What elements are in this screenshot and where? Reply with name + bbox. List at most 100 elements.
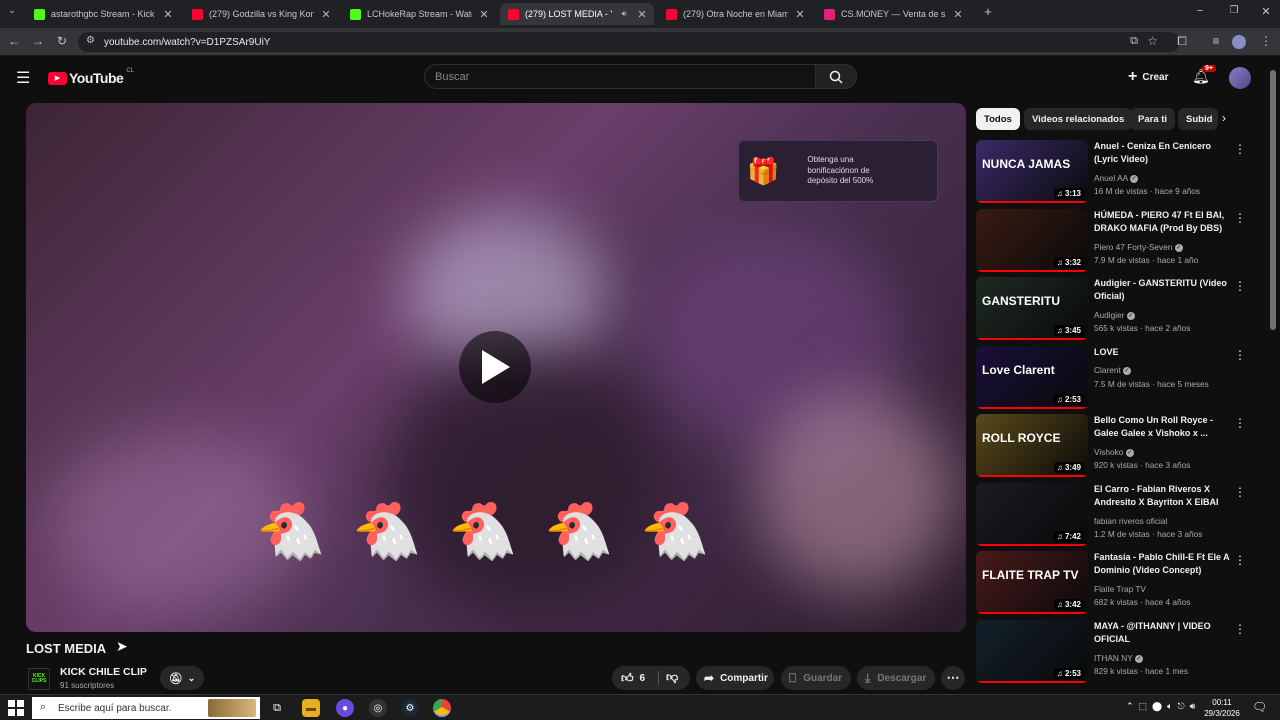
tab-list-chevron-icon[interactable]: ⌄: [4, 5, 20, 16]
recommendation-item[interactable]: ♫ 3:32 HÚMEDA - PIERO 47 Ft El BAI, DRAK…: [976, 209, 1266, 275]
video-player[interactable]: 🎁 Obtenga una bonificaciónon de depósito…: [26, 103, 966, 632]
ad-overlay[interactable]: 🎁 Obtenga una bonificaciónon de depósito…: [738, 140, 938, 202]
system-tray-icons[interactable]: ⌃⬚⬤🔈︎⎋🔊︎: [1126, 701, 1200, 712]
minimize-icon[interactable]: −: [1192, 5, 1208, 17]
chrome-icon[interactable]: [433, 699, 451, 717]
more-options-icon[interactable]: ⋮: [1234, 211, 1246, 225]
more-options-icon[interactable]: ⋮: [1234, 348, 1246, 362]
scrollbar[interactable]: [1270, 70, 1276, 690]
download-button[interactable]: ⤓ Descargar: [857, 666, 935, 690]
browser-tab[interactable]: astarothgbc Stream - Kick Dash ✕: [26, 3, 180, 25]
obs-icon[interactable]: ◎: [369, 699, 387, 717]
more-options-icon[interactable]: ⋮: [1234, 416, 1246, 430]
notifications-button[interactable]: 🔔︎ 9+: [1192, 65, 1216, 85]
install-icon[interactable]: ⧉: [1130, 35, 1138, 48]
more-options-icon[interactable]: ⋮: [1234, 553, 1246, 567]
extensions-icon[interactable]: ⧠: [1174, 34, 1190, 49]
task-view-icon[interactable]: ⧉: [268, 699, 286, 717]
recommendation-title[interactable]: HÚMEDA - PIERO 47 Ft El BAI, DRAKO MAFIA…: [1094, 209, 1230, 236]
create-button[interactable]: + Crear: [1128, 69, 1168, 85]
recommendation-channel[interactable]: Vishoko ✓: [1094, 447, 1134, 457]
youtube-logo[interactable]: ▶ YouTube CL: [48, 68, 134, 86]
play-button[interactable]: [459, 331, 531, 403]
clock[interactable]: 00:11 29/3/2026: [1200, 697, 1244, 719]
recommendation-title[interactable]: Anuel - Ceniza En Cenicero (Lyric Video): [1094, 140, 1230, 166]
close-tab-icon[interactable]: ✕: [162, 8, 174, 21]
close-tab-icon[interactable]: ✕: [478, 8, 490, 21]
recommendation-channel[interactable]: Anuel AA ✓: [1094, 173, 1138, 183]
browser-tab[interactable]: (279) Otra Noche en Miami - Yo ✕: [658, 3, 812, 25]
browser-tab[interactable]: (279) Godzilla vs King Kong. Ép ✕: [184, 3, 338, 25]
recommendation-item[interactable]: FLAITE TRAP TV ♫ 3:42 Fantasía - Pablo C…: [976, 551, 1266, 617]
more-options-icon[interactable]: ⋮: [1234, 279, 1246, 293]
more-options-icon[interactable]: ⋮: [1234, 142, 1246, 156]
browser-tab[interactable]: LCHokeRap Stream - Watch Liv ✕: [342, 3, 496, 25]
like-icon[interactable]: 👍︎: [621, 671, 634, 686]
site-info-icon[interactable]: ⚙: [86, 35, 95, 46]
recommendation-title[interactable]: Fantasía - Pablo Chill-E Ft Ele A Domini…: [1094, 551, 1230, 577]
recommendation-title[interactable]: LOVE: [1094, 346, 1230, 359]
recommendation-title[interactable]: Bello Como Un Roll Royce - Galee Galee x…: [1094, 414, 1230, 440]
more-options-icon[interactable]: ⋮: [1234, 622, 1246, 636]
video-thumbnail[interactable]: FLAITE TRAP TV ♫ 3:42: [976, 551, 1088, 614]
recommendation-title[interactable]: El Carro - Fabian Riveros X Andresito X …: [1094, 483, 1230, 510]
notification-center-icon[interactable]: 🗨︎: [1252, 700, 1267, 714]
recommendation-item[interactable]: NUNCA JAMAS ♫ 3:13 Anuel - Ceniza En Cen…: [976, 140, 1266, 206]
account-avatar[interactable]: [1229, 67, 1251, 89]
steam-icon[interactable]: ⚙: [401, 699, 419, 717]
close-tab-icon[interactable]: ✕: [794, 8, 806, 21]
search-button[interactable]: [815, 64, 857, 89]
tab-audio-icon[interactable]: 🔊︎: [618, 9, 630, 19]
file-explorer-icon[interactable]: ▬: [302, 699, 320, 717]
recommendation-item[interactable]: ♫ 2:53 MAYA - @ITHANNY | VIDEO OFICIAL I…: [976, 620, 1266, 686]
recommendation-item[interactable]: GANSTERITU ♫ 3:45 Audigier - GANSTERITU …: [976, 277, 1266, 343]
close-tab-icon[interactable]: ✕: [636, 8, 648, 21]
recommendation-item[interactable]: Love Clarent ♫ 2:53 LOVE Clarent ✓ 7.5 M…: [976, 346, 1266, 412]
recommendation-channel[interactable]: Clarent ✓: [1094, 365, 1132, 375]
video-thumbnail[interactable]: Love Clarent ♫ 2:53: [976, 346, 1088, 409]
recommendation-title[interactable]: MAYA - @ITHANNY | VIDEO OFICIAL: [1094, 620, 1230, 646]
search-input[interactable]: Buscar: [424, 64, 816, 89]
windows-start-icon[interactable]: [8, 700, 24, 716]
chip-uploaded[interactable]: Subid: [1178, 108, 1218, 130]
reload-icon[interactable]: ↻: [54, 34, 70, 48]
discord-icon[interactable]: ●: [336, 699, 354, 717]
restore-icon[interactable]: ❐: [1226, 5, 1242, 16]
close-window-icon[interactable]: ✕: [1258, 5, 1274, 18]
recommendation-channel[interactable]: Flaite Trap TV: [1094, 584, 1146, 594]
profile-avatar[interactable]: [1232, 35, 1246, 49]
back-icon[interactable]: ←: [6, 34, 22, 48]
recommendation-item[interactable]: ROLL ROYCE ♫ 3:49 Bello Como Un Roll Roy…: [976, 414, 1266, 480]
subscribe-bell-button[interactable]: 🔕︎ ⌄: [160, 666, 204, 690]
browser-tab[interactable]: (279) LOST MEDIA - YouTu 🔊︎ ✕: [500, 3, 654, 25]
channel-avatar[interactable]: KICK CLIPS: [28, 668, 50, 690]
video-thumbnail[interactable]: ♫ 3:32: [976, 209, 1088, 272]
forward-icon[interactable]: →: [30, 34, 46, 48]
chip-for-you[interactable]: Para ti: [1130, 108, 1176, 130]
share-button[interactable]: ➦ Compartir: [696, 666, 774, 690]
recommendation-channel[interactable]: ITHAN NY ✓: [1094, 653, 1143, 663]
new-tab-button[interactable]: +: [980, 4, 996, 19]
scrollbar-thumb[interactable]: [1270, 70, 1276, 330]
recommendation-channel[interactable]: Piero 47 Forty-Seven ✓: [1094, 242, 1183, 252]
recommendation-channel[interactable]: Audigier ✓: [1094, 310, 1135, 320]
browser-menu-icon[interactable]: ⋮: [1258, 34, 1274, 48]
video-thumbnail[interactable]: ROLL ROYCE ♫ 3:49: [976, 414, 1088, 477]
video-thumbnail[interactable]: GANSTERITU ♫ 3:45: [976, 277, 1088, 340]
menu-icon[interactable]: ☰: [16, 68, 30, 88]
chip-todos[interactable]: Todos: [976, 108, 1020, 130]
more-actions-icon[interactable]: ⋯: [941, 666, 965, 690]
bookmark-star-icon[interactable]: ☆: [1147, 34, 1158, 48]
more-options-icon[interactable]: ⋮: [1234, 485, 1246, 499]
channel-name[interactable]: KICK CHILE CLIP: [60, 666, 147, 678]
dislike-icon[interactable]: 👎︎: [666, 670, 678, 685]
browser-tab[interactable]: CS.MONEY — Venta de skins d ✕: [816, 3, 970, 25]
close-tab-icon[interactable]: ✕: [952, 8, 964, 21]
chips-next-icon[interactable]: ›: [1222, 111, 1226, 125]
video-thumbnail[interactable]: ♫ 7:42: [976, 483, 1088, 546]
video-thumbnail[interactable]: NUNCA JAMAS ♫ 3:13: [976, 140, 1088, 203]
recommendation-title[interactable]: Audigier - GANSTERITU (Video Oficial): [1094, 277, 1230, 303]
media-controls-icon[interactable]: ≡: [1208, 34, 1224, 48]
chip-related[interactable]: Videos relacionados: [1024, 108, 1133, 130]
taskbar-search-input[interactable]: ⌕ Escribe aquí para buscar.: [32, 697, 260, 719]
